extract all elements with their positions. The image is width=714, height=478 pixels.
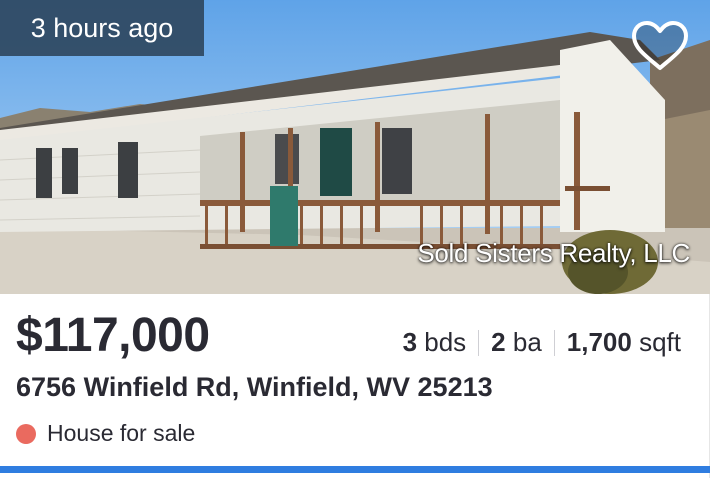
fact-divider xyxy=(553,329,555,356)
sqft-value: 1,700 xyxy=(566,327,640,357)
listing-photo[interactable]: 3 hours ago Sold Sisters Realty, LLC xyxy=(0,0,710,294)
status-dot-icon xyxy=(16,423,36,444)
beds-label: bds xyxy=(424,327,467,357)
baths-label: ba xyxy=(512,327,542,357)
fact-divider xyxy=(478,329,480,356)
sqft-label: sqft xyxy=(639,327,681,357)
listing-price: $117,000 xyxy=(16,309,210,362)
sqft-fact: 1,700 sqft xyxy=(567,327,681,358)
beds-fact: 3 bds xyxy=(403,327,467,358)
listing-card[interactable]: 3 hours ago Sold Sisters Realty, LLC $11… xyxy=(0,0,710,478)
listing-details: $117,000 3 bds 2 ba 1,700 sqft 6756 Winf… xyxy=(0,294,709,466)
baths-fact: 2 ba xyxy=(491,327,542,358)
listing-address[interactable]: 6756 Winfield Rd, Winfield, WV 25213 xyxy=(16,372,493,403)
beds-value: 3 xyxy=(402,327,425,357)
listed-time-badge: 3 hours ago xyxy=(0,0,204,56)
heart-outline-icon xyxy=(632,21,688,70)
card-accent-bar xyxy=(0,466,710,473)
listing-facts: 3 bds 2 ba 1,700 sqft xyxy=(403,327,681,358)
favorite-button[interactable] xyxy=(628,18,692,74)
status-label: House for sale xyxy=(47,420,196,446)
photo-watermark: Sold Sisters Realty, LLC xyxy=(417,238,690,268)
baths-value: 2 xyxy=(491,327,513,357)
listing-status: House for sale xyxy=(16,420,195,447)
